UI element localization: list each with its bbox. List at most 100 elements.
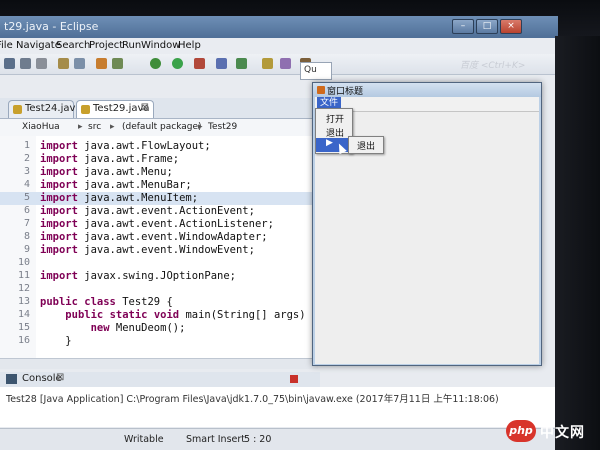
code-line: 9 import java.awt.event.WindowEvent; <box>0 244 318 257</box>
minimize-button[interactable]: – <box>452 19 474 34</box>
code-text: import java.awt.MenuItem; <box>40 192 199 204</box>
code-text: import java.awt.event.WindowEvent; <box>40 244 255 256</box>
print-icon[interactable] <box>36 58 47 69</box>
console-close-icon[interactable]: ⊠ <box>56 372 64 383</box>
debug-icon[interactable] <box>150 58 161 69</box>
photo-scene: t29.java - Eclipse – □ × File Navigate S… <box>0 0 600 450</box>
editor-horizontal-scrollbar[interactable] <box>0 358 318 369</box>
breadcrumb-package[interactable]: (default package) <box>122 122 202 132</box>
line-number: 6 <box>23 205 30 216</box>
status-insert-mode: Smart Insert <box>186 434 246 445</box>
status-bar: Writable Smart Insert 5 : 20 <box>0 428 558 450</box>
open-folder-icon[interactable] <box>262 58 273 69</box>
menu-search[interactable]: Search <box>56 40 90 51</box>
line-number: 16 <box>17 335 30 346</box>
java-file-icon <box>13 105 22 114</box>
code-line: 13 public class Test29 { <box>0 296 318 309</box>
menu-file[interactable]: File <box>0 40 13 51</box>
tab-label: Test24.java <box>25 103 82 114</box>
line-number: 14 <box>17 309 30 320</box>
new-icon[interactable] <box>4 58 15 69</box>
line-number: 12 <box>17 283 30 294</box>
photo-dark-border-right <box>555 36 600 450</box>
java-app-icon <box>317 86 325 94</box>
code-text: public static void main(String[] args) { <box>65 309 319 321</box>
status-cursor-position: 5 : 20 <box>244 434 272 445</box>
code-text: import java.awt.FlowLayout; <box>40 140 211 152</box>
window-title: t29.java - Eclipse <box>4 20 99 33</box>
menu-item-open[interactable]: 打开 <box>316 111 352 125</box>
tab-test24[interactable]: Test24.java <box>8 100 82 118</box>
line-number: 4 <box>23 179 30 190</box>
skip-breakpoints-icon[interactable] <box>112 58 123 69</box>
line-number: 8 <box>23 231 30 242</box>
line-number: 5 <box>23 192 30 203</box>
breadcrumb-project[interactable]: XiaoHua <box>22 122 60 132</box>
eclipse-title-bar: t29.java - Eclipse – □ × <box>0 16 558 38</box>
search-icon[interactable] <box>280 58 291 69</box>
status-writable: Writable <box>124 434 164 445</box>
code-line: 1 import java.awt.FlowLayout; <box>0 140 318 153</box>
external-tools-icon[interactable] <box>96 58 107 69</box>
submenu-item-exit[interactable]: 退出 <box>357 139 375 152</box>
code-line: 16 } <box>0 335 318 348</box>
code-line: 5 import java.awt.MenuItem; <box>0 192 318 205</box>
breadcrumb: XiaoHua ▸ src ▸ (default package) ▸ Test… <box>0 119 320 137</box>
tab-close-icon[interactable]: ⊠ <box>141 102 149 113</box>
terminate-icon[interactable] <box>290 375 298 383</box>
code-text: } <box>40 335 72 347</box>
tab-test29[interactable]: Test29.java ⊠ <box>76 100 154 118</box>
editor-tab-strip: Test24.java Test29.java ⊠ <box>0 98 320 119</box>
menu-navigate[interactable]: Navigate <box>16 40 61 51</box>
menu-window[interactable]: Window <box>141 40 180 51</box>
code-line: 10 <box>0 257 318 270</box>
console-output: Test28 [Java Application] C:\Program Fil… <box>0 387 558 427</box>
code-text: new MenuDeom(); <box>90 322 186 334</box>
line-number: 10 <box>17 257 30 268</box>
site-watermark: php 中文网 <box>506 418 594 444</box>
menu-run[interactable]: Run <box>122 40 141 51</box>
code-text: import java.awt.Menu; <box>40 166 173 178</box>
quick-access-field[interactable]: Qu <box>300 62 332 80</box>
code-line: 6 import java.awt.event.ActionEvent; <box>0 205 318 218</box>
line-number: 13 <box>17 296 30 307</box>
menu-bar: File Navigate Search Project Run Window … <box>0 38 558 54</box>
code-editor[interactable]: 1 import java.awt.FlowLayout; 2 import java… <box>0 136 318 358</box>
code-text: import java.awt.event.WindowAdapter; <box>40 231 268 243</box>
menu-help[interactable]: Help <box>178 40 201 51</box>
open-type-icon[interactable] <box>58 58 69 69</box>
java-file-icon <box>81 105 90 114</box>
code-line: 12 <box>0 283 318 296</box>
line-number: 2 <box>23 153 30 164</box>
code-line: 4 import java.awt.MenuBar; <box>0 179 318 192</box>
coverage-icon[interactable] <box>194 58 205 69</box>
code-text: import javax.swing.JOptionPane; <box>40 270 236 282</box>
close-button[interactable]: × <box>500 19 522 34</box>
console-tab[interactable]: Console ⊠ <box>0 372 320 387</box>
line-number: 7 <box>23 218 30 229</box>
open-resource-icon[interactable] <box>74 58 85 69</box>
breadcrumb-folder[interactable]: src <box>88 122 101 132</box>
new-package-icon[interactable] <box>236 58 247 69</box>
swing-title-bar: 窗口标题 <box>313 83 541 97</box>
swing-window-title: 窗口标题 <box>327 87 364 97</box>
new-java-project-icon[interactable] <box>216 58 227 69</box>
code-text: import java.awt.event.ActionListener; <box>40 218 274 230</box>
maximize-button[interactable]: □ <box>476 19 498 34</box>
breadcrumb-class[interactable]: Test29 <box>208 122 237 132</box>
save-icon[interactable] <box>20 58 31 69</box>
search-hint: 百度 <Ctrl+K> <box>460 61 526 71</box>
code-text: import java.awt.MenuBar; <box>40 179 192 191</box>
line-number: 11 <box>17 270 30 281</box>
menu-item-exit[interactable]: 退出 <box>316 125 352 139</box>
line-number: 15 <box>17 322 30 333</box>
code-line: 3 import java.awt.Menu; <box>0 166 318 179</box>
run-icon[interactable] <box>172 58 183 69</box>
code-line: 2 import java.awt.Frame; <box>0 153 318 166</box>
line-number: 1 <box>23 140 30 151</box>
menu-project[interactable]: Project <box>89 40 123 51</box>
line-number: 9 <box>23 244 30 255</box>
console-launch-line: Test28 [Java Application] C:\Program Fil… <box>6 394 499 405</box>
code-line: 14 public static void main(String[] args… <box>0 309 318 322</box>
code-line: 8 import java.awt.event.WindowAdapter; <box>0 231 318 244</box>
